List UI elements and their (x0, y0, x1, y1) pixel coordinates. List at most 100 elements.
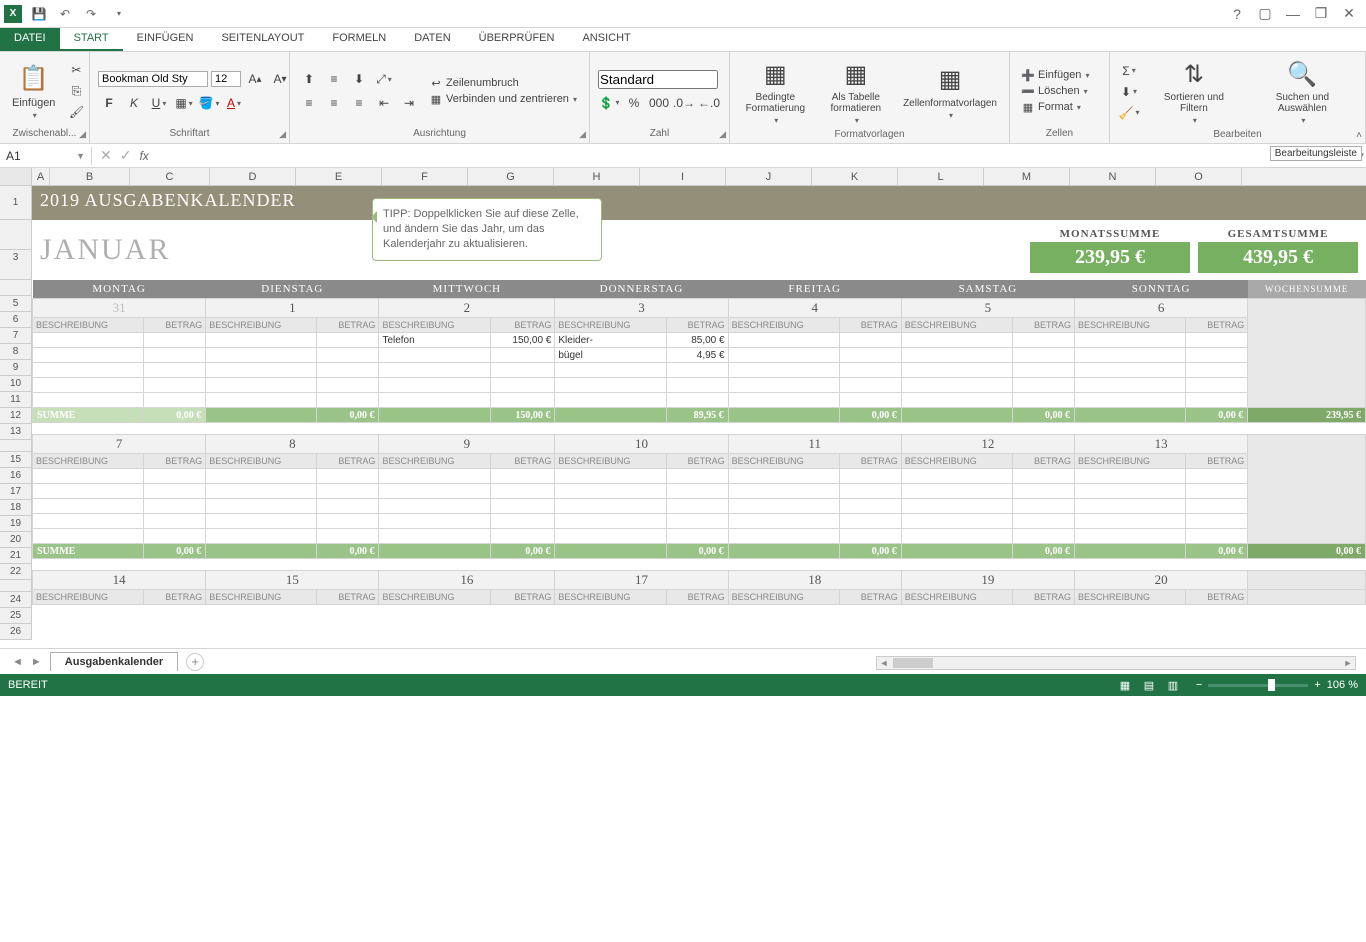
row-7[interactable]: 7 (0, 328, 31, 344)
align-top-icon[interactable]: ⬆ (298, 69, 320, 89)
align-middle-icon[interactable]: ≡ (323, 69, 345, 89)
align-left-icon[interactable]: ≡ (298, 93, 320, 113)
normal-view-icon[interactable]: ▦ (1114, 677, 1136, 693)
dialog-launcher-icon[interactable]: ◢ (719, 129, 726, 140)
help-icon[interactable]: ? (1224, 3, 1250, 25)
qat-customize-icon[interactable]: ▾ (108, 3, 130, 25)
col-L[interactable]: L (898, 168, 984, 185)
row-16[interactable]: 16 (0, 468, 31, 484)
fx-icon[interactable]: fx (139, 149, 148, 163)
grow-font-icon[interactable]: A▴ (244, 69, 266, 89)
tab-file[interactable]: DATEI (0, 28, 60, 51)
align-center-icon[interactable]: ≡ (323, 93, 345, 113)
decrease-decimal-icon[interactable]: ←.0 (698, 93, 720, 113)
indent-decrease-icon[interactable]: ⇤ (373, 93, 395, 113)
font-color-icon[interactable]: A▾ (223, 93, 245, 113)
delete-cells-button[interactable]: ➖Löschen▾ (1018, 84, 1091, 99)
copy-icon[interactable]: ⎘ (65, 81, 87, 101)
calendar-title[interactable]: 2019 AUSGABENKALENDER (32, 186, 1366, 220)
underline-button[interactable]: U▾ (148, 93, 170, 113)
restore-icon[interactable]: ❐ (1308, 3, 1334, 25)
clear-icon[interactable]: 🧹▾ (1118, 103, 1140, 123)
scroll-right-icon[interactable]: ► (1341, 658, 1355, 668)
row-6[interactable]: 6 (0, 312, 31, 328)
dialog-launcher-icon[interactable]: ◢ (579, 129, 586, 140)
redo-icon[interactable]: ↷ (80, 3, 102, 25)
col-O[interactable]: O (1156, 168, 1242, 185)
format-painter-icon[interactable]: 🖌 (65, 102, 87, 122)
dialog-launcher-icon[interactable]: ◢ (279, 129, 286, 140)
row-19[interactable]: 19 (0, 516, 31, 532)
ribbon-options-icon[interactable]: ▢ (1252, 3, 1278, 25)
row-20[interactable]: 20 (0, 532, 31, 548)
horizontal-scrollbar[interactable]: ◄ ► (876, 656, 1356, 670)
tab-formulas[interactable]: FORMELN (318, 28, 400, 51)
col-A[interactable]: A (32, 168, 50, 185)
tab-data[interactable]: DATEN (400, 28, 464, 51)
tab-review[interactable]: ÜBERPRÜFEN (465, 28, 569, 51)
cancel-icon[interactable]: ✕ (100, 147, 112, 164)
col-G[interactable]: G (468, 168, 554, 185)
add-sheet-button[interactable]: + (186, 653, 204, 671)
collapse-ribbon-icon[interactable]: ˄ (1356, 130, 1362, 141)
tab-layout[interactable]: SEITENLAYOUT (207, 28, 318, 51)
sort-filter-button[interactable]: ⇅Sortieren und Filtern▾ (1146, 56, 1242, 127)
row-8[interactable]: 8 (0, 344, 31, 360)
zoom-slider[interactable] (1208, 684, 1308, 687)
row-24[interactable]: 24 (0, 592, 31, 608)
tab-insert[interactable]: EINFÜGEN (123, 28, 208, 51)
col-K[interactable]: K (812, 168, 898, 185)
indent-increase-icon[interactable]: ⇥ (398, 93, 420, 113)
row-12[interactable]: 12 (0, 408, 31, 424)
number-format-select[interactable] (598, 70, 718, 89)
find-select-button[interactable]: 🔍Suchen und Auswählen▾ (1248, 56, 1357, 127)
italic-button[interactable]: K (123, 93, 145, 113)
shrink-font-icon[interactable]: A▾ (269, 69, 291, 89)
insert-cells-button[interactable]: ➕Einfügen▾ (1018, 68, 1091, 83)
scroll-thumb[interactable] (893, 658, 933, 668)
col-J[interactable]: J (726, 168, 812, 185)
row-25[interactable]: 25 (0, 608, 31, 624)
col-M[interactable]: M (984, 168, 1070, 185)
tab-nav-prev-icon[interactable]: ◄ (12, 656, 23, 668)
col-F[interactable]: F (382, 168, 468, 185)
col-N[interactable]: N (1070, 168, 1156, 185)
row-22[interactable]: 22 (0, 564, 31, 580)
row-15[interactable]: 15 (0, 452, 31, 468)
row-10[interactable]: 10 (0, 376, 31, 392)
font-size-input[interactable] (211, 71, 241, 87)
close-icon[interactable]: ✕ (1336, 3, 1362, 25)
row-3[interactable]: 3 (0, 250, 31, 280)
minimize-icon[interactable]: — (1280, 3, 1306, 25)
conditional-format-button[interactable]: ▦Bedingte Formatierung▾ (738, 56, 813, 127)
tab-start[interactable]: START (60, 28, 123, 51)
autosum-icon[interactable]: Σ▾ (1118, 61, 1140, 81)
cell-styles-button[interactable]: ▦Zellenformatvorlagen▾ (899, 62, 1001, 122)
col-D[interactable]: D (210, 168, 296, 185)
row-5[interactable]: 5 (0, 296, 31, 312)
select-all-button[interactable] (0, 168, 32, 185)
row-header[interactable] (0, 440, 31, 452)
zoom-thumb[interactable] (1268, 679, 1275, 691)
row-9[interactable]: 9 (0, 360, 31, 376)
name-box[interactable]: A1▼ (0, 147, 92, 165)
row-21[interactable]: 21 (0, 548, 31, 564)
zoom-level[interactable]: 106 % (1327, 679, 1358, 691)
scroll-left-icon[interactable]: ◄ (877, 658, 891, 668)
row-18[interactable]: 18 (0, 500, 31, 516)
comma-icon[interactable]: 000 (648, 93, 670, 113)
col-H[interactable]: H (554, 168, 640, 185)
col-E[interactable]: E (296, 168, 382, 185)
sheet-tab[interactable]: Ausgabenkalender (50, 652, 178, 671)
col-C[interactable]: C (130, 168, 210, 185)
formula-input[interactable] (157, 147, 1358, 165)
tab-view[interactable]: ANSICHT (568, 28, 644, 51)
format-cells-button[interactable]: ▦Format▾ (1018, 100, 1091, 115)
dialog-launcher-icon[interactable]: ◢ (79, 129, 86, 140)
row-17[interactable]: 17 (0, 484, 31, 500)
currency-icon[interactable]: 💲▾ (598, 93, 620, 113)
zoom-in-icon[interactable]: + (1314, 679, 1320, 691)
fill-color-icon[interactable]: 🪣▾ (198, 93, 220, 113)
enter-icon[interactable]: ✓ (120, 147, 132, 164)
wrap-text-button[interactable]: ↩Zeilenumbruch (426, 76, 579, 91)
